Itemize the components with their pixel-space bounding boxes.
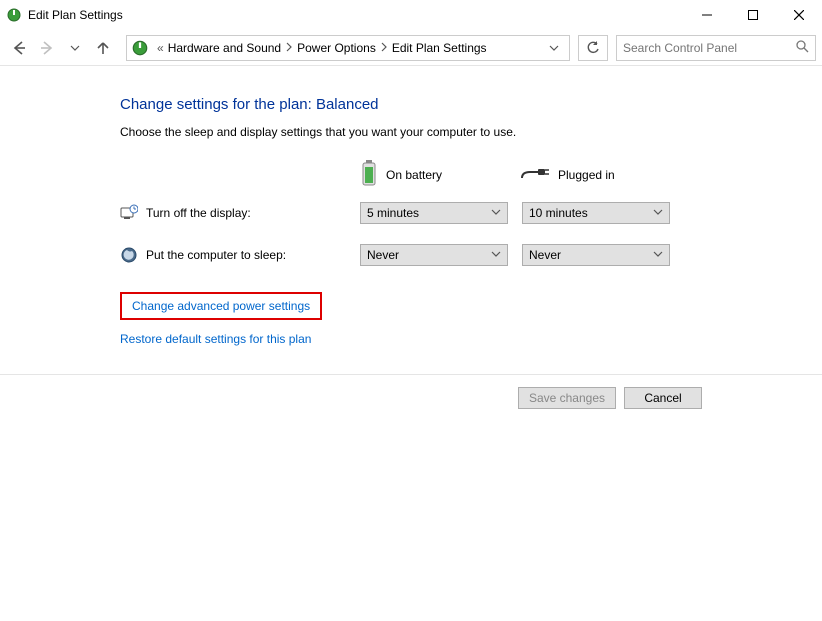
chevron-down-icon bbox=[653, 248, 663, 262]
breadcrumb-item[interactable]: Edit Plan Settings bbox=[392, 41, 487, 55]
breadcrumb[interactable]: « Hardware and Sound Power Options Edit … bbox=[126, 35, 570, 61]
setting-label: Put the computer to sleep: bbox=[120, 246, 360, 264]
recent-locations-dropdown[interactable] bbox=[62, 35, 88, 61]
cancel-button[interactable]: Cancel bbox=[624, 387, 702, 409]
nav-row: « Hardware and Sound Power Options Edit … bbox=[0, 30, 822, 66]
sleep-plugged-dropdown[interactable]: Never bbox=[522, 244, 670, 266]
chevron-down-icon bbox=[653, 206, 663, 220]
plug-icon bbox=[520, 164, 550, 185]
minimize-button[interactable] bbox=[684, 0, 730, 30]
main-content: Change settings for the plan: Balanced C… bbox=[0, 66, 822, 346]
maximize-button[interactable] bbox=[730, 0, 776, 30]
breadcrumb-prefix: « bbox=[157, 41, 164, 55]
setting-label: Turn off the display: bbox=[120, 204, 360, 222]
page-description: Choose the sleep and display settings th… bbox=[120, 125, 822, 139]
chevron-down-icon bbox=[491, 248, 501, 262]
on-battery-label: On battery bbox=[386, 168, 442, 182]
on-battery-column: On battery bbox=[360, 159, 520, 190]
footer-buttons: Save changes Cancel bbox=[0, 375, 822, 409]
display-label-text: Turn off the display: bbox=[146, 206, 251, 220]
close-button[interactable] bbox=[776, 0, 822, 30]
save-button[interactable]: Save changes bbox=[518, 387, 616, 409]
breadcrumb-dropdown[interactable] bbox=[543, 43, 565, 53]
power-options-icon bbox=[6, 7, 22, 23]
titlebar: Edit Plan Settings bbox=[0, 0, 822, 30]
chevron-right-icon bbox=[380, 41, 388, 55]
refresh-button[interactable] bbox=[578, 35, 608, 61]
chevron-right-icon bbox=[285, 41, 293, 55]
up-button[interactable] bbox=[90, 35, 116, 61]
dropdown-value: 10 minutes bbox=[529, 206, 653, 220]
search-box[interactable] bbox=[616, 35, 816, 61]
plugged-in-column: Plugged in bbox=[520, 159, 680, 190]
display-battery-dropdown[interactable]: 5 minutes bbox=[360, 202, 508, 224]
setting-row-display: Turn off the display: 5 minutes 10 minut… bbox=[120, 202, 822, 224]
forward-button[interactable] bbox=[34, 35, 60, 61]
breadcrumb-item[interactable]: Power Options bbox=[297, 41, 376, 55]
sleep-battery-dropdown[interactable]: Never bbox=[360, 244, 508, 266]
links: Change advanced power settings Restore d… bbox=[120, 292, 822, 346]
breadcrumb-item[interactable]: Hardware and Sound bbox=[168, 41, 281, 55]
back-button[interactable] bbox=[6, 35, 32, 61]
setting-row-sleep: Put the computer to sleep: Never Never bbox=[120, 244, 822, 266]
highlight-annotation: Change advanced power settings bbox=[120, 292, 322, 320]
dropdown-value: Never bbox=[529, 248, 653, 262]
chevron-down-icon bbox=[491, 206, 501, 220]
advanced-settings-link[interactable]: Change advanced power settings bbox=[132, 299, 310, 313]
search-input[interactable] bbox=[623, 41, 791, 55]
dropdown-value: Never bbox=[367, 248, 491, 262]
restore-defaults-link[interactable]: Restore default settings for this plan bbox=[120, 332, 311, 346]
sleep-label-text: Put the computer to sleep: bbox=[146, 248, 286, 262]
column-headers: On battery Plugged in bbox=[360, 159, 822, 190]
search-icon bbox=[795, 39, 809, 56]
window-title: Edit Plan Settings bbox=[28, 8, 684, 22]
plugged-in-label: Plugged in bbox=[558, 168, 615, 182]
dropdown-value: 5 minutes bbox=[367, 206, 491, 220]
battery-icon bbox=[360, 159, 378, 190]
display-timeout-icon bbox=[120, 204, 138, 222]
power-options-icon bbox=[131, 39, 149, 57]
sleep-icon bbox=[120, 246, 138, 264]
display-plugged-dropdown[interactable]: 10 minutes bbox=[522, 202, 670, 224]
page-heading: Change settings for the plan: Balanced bbox=[120, 96, 822, 113]
window-controls bbox=[684, 0, 822, 30]
